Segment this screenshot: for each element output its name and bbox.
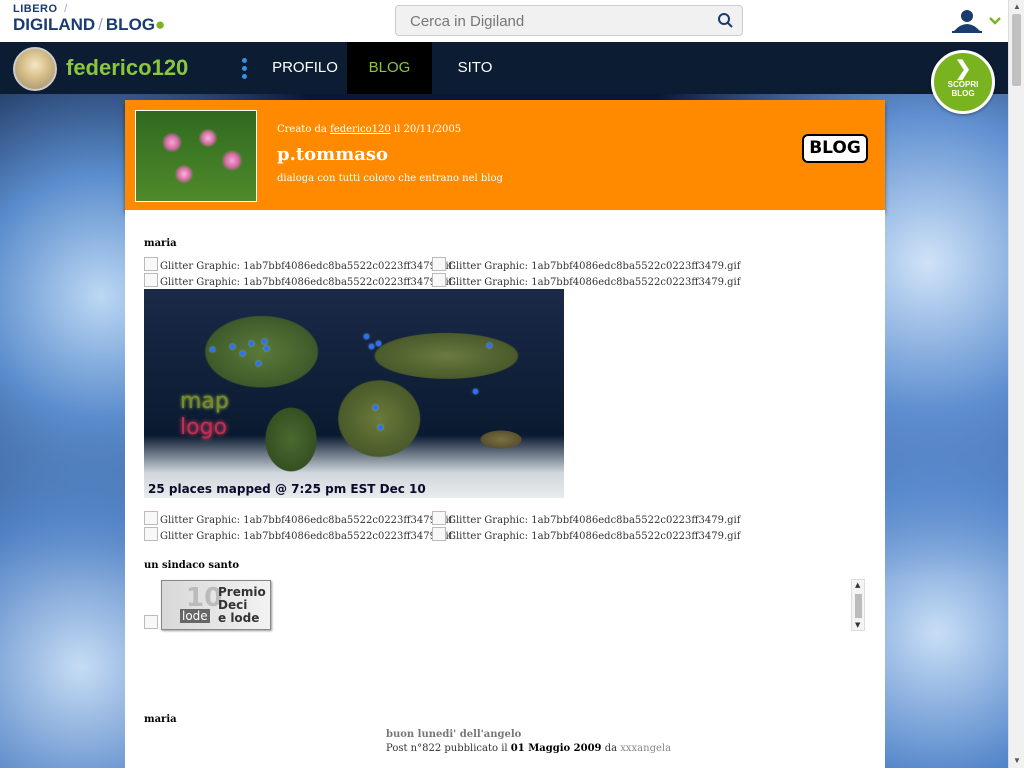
award-line1: Premio [218, 585, 266, 599]
map-logo-line2: logo [180, 415, 227, 440]
broken-image: Glitter Graphic: 1ab7bbf4086edc8ba5522c0… [144, 273, 452, 288]
post-prefix: Post n°822 pubblicato il [386, 743, 508, 754]
scopri-label-1: SCOPRI [947, 80, 979, 89]
glitter-row: Glitter Graphic: 1ab7bbf4086edc8ba5522c0… [144, 527, 740, 542]
frame-scrollbar[interactable]: ▲ ▼ [851, 579, 865, 631]
scopri-blog-button[interactable]: ❯ SCOPRI BLOG [931, 50, 995, 114]
logo-slash: / [64, 3, 68, 15]
scroll-up-icon[interactable]: ▲ [1013, 2, 1021, 11]
chevron-down-icon [989, 17, 1001, 25]
broken-image [144, 615, 158, 629]
award-line3: e lode [218, 611, 260, 625]
post-title[interactable]: buon lunedi' dell'angelo [386, 729, 671, 740]
created-prefix: Creato da [277, 124, 327, 135]
tab-profilo[interactable]: PROFILO [262, 42, 348, 94]
map-point [378, 425, 383, 430]
blog-content: maria Glitter Graphic: 1ab7bbf4086edc8ba… [125, 210, 885, 768]
blog-badge: BLOG [802, 134, 868, 163]
search-input[interactable] [408, 12, 712, 31]
logo-libero: LIBERO [13, 3, 58, 15]
map-caption: 25 places mapped @ 7:25 pm EST Dec 10 [148, 482, 426, 496]
scopri-label-2: BLOG [951, 89, 975, 98]
post-date: 01 Maggio 2009 [510, 743, 602, 754]
broken-image: Glitter Graphic: 1ab7bbf4086edc8ba5522c0… [432, 257, 740, 272]
profile-username[interactable]: federico120 [66, 55, 188, 81]
map-point [364, 334, 369, 339]
broken-image: Glitter Graphic: 1ab7bbf4086edc8ba5522c0… [432, 511, 740, 526]
broken-image: Glitter Graphic: 1ab7bbf4086edc8ba5522c0… [432, 527, 740, 542]
blog-description: dialoga con tutti coloro che entrano nel… [277, 173, 503, 184]
map-point [249, 341, 254, 346]
tab-blog[interactable]: BLOG [347, 42, 432, 94]
post-info: Post n°822 pubblicato il 01 Maggio 2009 … [386, 743, 671, 754]
blog-title[interactable]: p.tommaso [277, 144, 388, 165]
tab-sito[interactable]: SITO [432, 42, 518, 94]
glitter-row: Glitter Graphic: 1ab7bbf4086edc8ba5522c0… [144, 511, 740, 526]
award-line2: Deci [218, 598, 248, 612]
top-bar: LIBERO / DIGILAND / BLOG● [0, 0, 1008, 43]
scroll-down-icon[interactable]: ▼ [855, 621, 860, 629]
scroll-down-icon[interactable]: ▼ [1013, 756, 1021, 765]
post-author-link[interactable]: xxxangela [620, 743, 671, 754]
scroll-up-icon[interactable]: ▲ [855, 581, 860, 589]
blog-thumbnail[interactable] [135, 110, 257, 202]
logo-blog: BLOG [105, 15, 156, 34]
world-map-image[interactable]: map logo 25 places mapped @ 7:25 pm EST D… [144, 289, 564, 498]
more-options-icon[interactable] [242, 58, 248, 82]
scroll-thumb[interactable] [855, 594, 862, 618]
libero-digiland-logo[interactable]: LIBERO / DIGILAND / BLOG● [13, 3, 166, 34]
logo-dot: ● [155, 15, 166, 34]
map-point [369, 344, 374, 349]
blog-header: Creato da federico120 il 20/11/2005 p.to… [125, 100, 885, 210]
created-date: il 20/11/2005 [393, 124, 462, 135]
map-point [373, 405, 378, 410]
map-point [262, 339, 267, 344]
glitter-row: Glitter Graphic: 1ab7bbf4086edc8ba5522c0… [144, 273, 740, 288]
avatar[interactable] [13, 47, 57, 91]
user-menu[interactable] [950, 9, 1002, 33]
map-point [256, 361, 261, 366]
page-scrollbar[interactable]: ▲ ▼ [1008, 0, 1024, 768]
award-text: Premio Deci e lode [218, 586, 266, 625]
map-point [487, 343, 492, 348]
map-logo: map logo [180, 389, 229, 441]
broken-image: Glitter Graphic: 1ab7bbf4086edc8ba5522c0… [144, 257, 452, 272]
logo-digiland: DIGILAND [13, 15, 96, 34]
search-box [395, 5, 743, 36]
broken-image: Glitter Graphic: 1ab7bbf4086edc8ba5522c0… [144, 527, 452, 542]
premio-dieci-e-lode-badge[interactable]: 10 lode Premio Deci e lode [161, 580, 271, 630]
broken-image: Glitter Graphic: 1ab7bbf4086edc8ba5522c0… [144, 511, 452, 526]
logo-slash-2: / [98, 15, 103, 34]
post-da: da [604, 743, 618, 754]
profile-nav-bar: federico120 PROFILO BLOG SITO [0, 42, 1008, 94]
chevron-right-icon: ❯ [954, 58, 972, 80]
post-entry: buon lunedi' dell'angelo Post n°822 pubb… [386, 729, 671, 754]
blog-created-info: Creato da federico120 il 20/11/2005 [277, 124, 461, 135]
section-title: maria [144, 714, 177, 725]
map-point [376, 341, 381, 346]
section-title: maria [144, 238, 177, 249]
user-icon [952, 10, 1001, 33]
blog-author-link[interactable]: federico120 [330, 124, 391, 135]
scroll-thumb[interactable] [1012, 14, 1021, 86]
search-icon[interactable] [717, 12, 734, 34]
glitter-row: Glitter Graphic: 1ab7bbf4086edc8ba5522c0… [144, 257, 740, 272]
award-lode: lode [180, 609, 210, 623]
map-logo-line1: map [180, 389, 229, 414]
section-title: un sindaco santo [144, 560, 240, 571]
embedded-frame[interactable]: 10 lode Premio Deci e lode ▲ ▼ [144, 579, 865, 631]
map-point [210, 347, 215, 352]
map-point [264, 346, 269, 351]
broken-image: Glitter Graphic: 1ab7bbf4086edc8ba5522c0… [432, 273, 740, 288]
map-point [240, 351, 245, 356]
map-point [473, 389, 478, 394]
map-point [230, 344, 235, 349]
